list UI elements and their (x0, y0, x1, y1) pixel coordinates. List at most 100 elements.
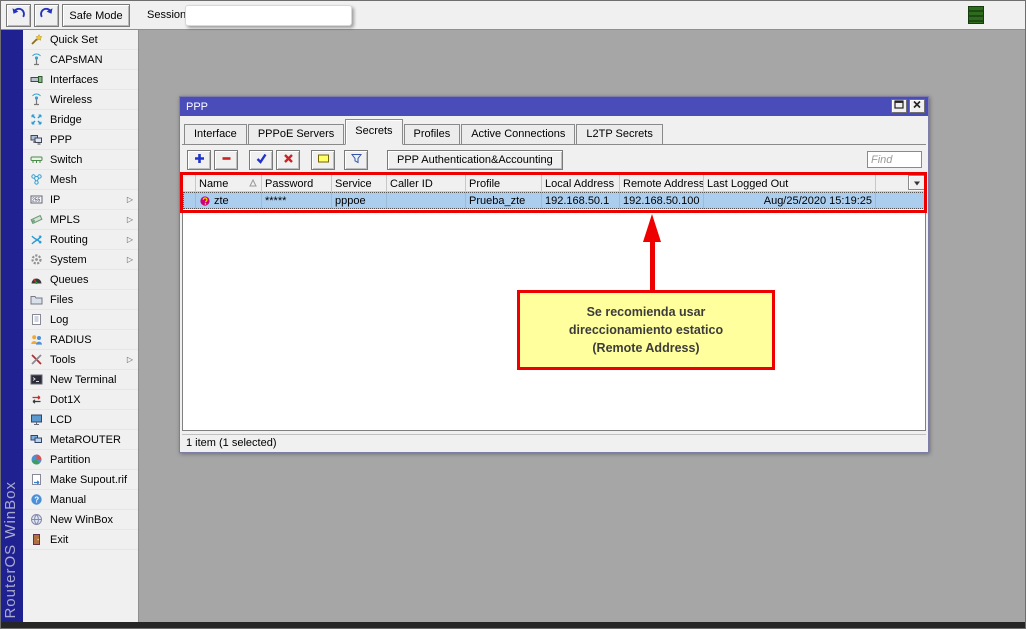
switch-icon (30, 153, 44, 166)
sidebar-item-manual[interactable]: ?Manual (23, 490, 138, 510)
disable-button[interactable] (276, 150, 300, 170)
sidebar-item-interfaces[interactable]: Interfaces (23, 70, 138, 90)
filter-icon (350, 152, 363, 168)
col-header-label: Profile (469, 178, 500, 190)
tab-profiles[interactable]: Profiles (404, 124, 461, 144)
sidebar-item-quick-set[interactable]: Quick Set (23, 30, 138, 50)
col-header-label: Caller ID (390, 178, 433, 190)
tab-pppoe-servers[interactable]: PPPoE Servers (248, 124, 344, 144)
sidebar-item-label: Queues (50, 274, 89, 286)
sidebar-item-exit[interactable]: Exit (23, 530, 138, 550)
sidebar-item-label: Tools (50, 354, 76, 366)
sidebar-item-label: PPP (50, 134, 72, 146)
ppp-icon (30, 133, 44, 146)
svg-text:?: ? (34, 495, 39, 504)
col-header-profile[interactable]: Profile (466, 175, 542, 191)
sidebar-item-lcd[interactable]: LCD (23, 410, 138, 430)
sidebar-item-queues[interactable]: Queues (23, 270, 138, 290)
callout-line-2: direccionamiento estatico (569, 321, 723, 339)
sidebar-item-tools[interactable]: Tools▷ (23, 350, 138, 370)
remove-icon (220, 152, 233, 168)
col-header-remote-address[interactable]: Remote Address (620, 175, 704, 191)
find-input[interactable] (867, 151, 922, 168)
sidebar-item-radius[interactable]: RADIUS (23, 330, 138, 350)
sidebar-item-routing[interactable]: Routing▷ (23, 230, 138, 250)
col-header-label: Last Logged Out (707, 178, 788, 190)
col-header-name[interactable]: Name (196, 175, 262, 191)
cell-profile: Prueba_zte (466, 192, 542, 209)
cell-value: Prueba_zte (469, 195, 525, 207)
sidebar-item-mesh[interactable]: Mesh (23, 170, 138, 190)
tab-l2tp-secrets[interactable]: L2TP Secrets (576, 124, 662, 144)
undo-button[interactable] (6, 4, 31, 27)
manual-icon: ? (30, 493, 44, 506)
close-button[interactable] (909, 99, 925, 113)
sidebar-item-label: Dot1X (50, 394, 81, 406)
comment-button[interactable] (311, 150, 335, 170)
sidebar-item-metarouter[interactable]: MetaROUTER (23, 430, 138, 450)
col-header-local-address[interactable]: Local Address (542, 175, 620, 191)
redo-button[interactable] (34, 4, 59, 27)
cell-value: ***** (265, 195, 286, 207)
sidebar-item-bridge[interactable]: Bridge (23, 110, 138, 130)
row-icon-cell (183, 192, 196, 209)
safe-mode-label: Safe Mode (69, 10, 122, 22)
system-icon (30, 253, 44, 266)
window-titlebar[interactable]: PPP (180, 97, 928, 116)
sidebar-item-ppp[interactable]: PPP (23, 130, 138, 150)
window-toolbar: PPP Authentication&Accounting (182, 145, 926, 174)
supout-icon (30, 473, 44, 486)
table-header-row: NamePasswordServiceCaller ID Profile Local… (183, 175, 925, 192)
cell-value: 192.168.50.100 (623, 195, 699, 207)
cell-value: pppoe (335, 195, 366, 207)
remove-button[interactable] (214, 150, 238, 170)
sidebar-item-files[interactable]: Files (23, 290, 138, 310)
top-toolbar: Safe Mode Session: (1, 1, 1025, 30)
quick-set-icon (30, 33, 44, 46)
sidebar-item-switch[interactable]: Switch (23, 150, 138, 170)
tab-interface[interactable]: Interface (184, 124, 247, 144)
enable-button[interactable] (249, 150, 273, 170)
sidebar-item-capsman[interactable]: CAPsMAN (23, 50, 138, 70)
sidebar-item-mpls[interactable]: MPLS▷ (23, 210, 138, 230)
undo-icon (11, 7, 26, 25)
maximize-button[interactable] (891, 99, 907, 113)
sidebar-item-new-winbox[interactable]: New WinBox (23, 510, 138, 530)
filter-button[interactable] (344, 150, 368, 170)
sidebar-item-label: IP (50, 194, 60, 206)
col-header-password[interactable]: Password (262, 175, 332, 191)
sidebar-item-dot1x[interactable]: Dot1X (23, 390, 138, 410)
session-input[interactable] (185, 5, 352, 26)
tab-active-connections[interactable]: Active Connections (461, 124, 575, 144)
sidebar-item-label: Mesh (50, 174, 77, 186)
cell-remote-address: 192.168.50.100 (620, 192, 704, 209)
sidebar-item-ip[interactable]: 255IP▷ (23, 190, 138, 210)
sidebar-item-label: LCD (50, 414, 72, 426)
safe-mode-button[interactable]: Safe Mode (62, 4, 130, 27)
sidebar-item-new-terminal[interactable]: New Terminal (23, 370, 138, 390)
queues-icon (30, 273, 44, 286)
sidebar-item-partition[interactable]: Partition (23, 450, 138, 470)
sidebar-item-wireless[interactable]: Wireless (23, 90, 138, 110)
annotation-arrow-icon (643, 214, 661, 242)
table-row[interactable]: zte*****pppoePrueba_zte192.168.50.1192.1… (183, 192, 925, 209)
sidebar-item-label: Files (50, 294, 73, 306)
exit-icon (30, 533, 44, 546)
col-header-label: Remote Address (623, 178, 704, 190)
col-header-last-logged-out[interactable]: Last Logged Out (704, 175, 876, 191)
radius-icon (30, 333, 44, 346)
brand-text: RouterOS WinBox (2, 481, 19, 619)
col-header-caller-id[interactable]: Caller ID (387, 175, 466, 191)
sidebar-item-make-supout-rif[interactable]: Make Supout.rif (23, 470, 138, 490)
ppp-authentication-button[interactable]: PPP Authentication&Accounting (387, 150, 563, 170)
files-icon (30, 293, 44, 306)
column-dropdown-button[interactable] (908, 175, 925, 190)
col-header-service[interactable]: Service (332, 175, 387, 191)
sidebar-item-log[interactable]: Log (23, 310, 138, 330)
sidebar-item-system[interactable]: System▷ (23, 250, 138, 270)
submenu-arrow-icon: ▷ (127, 195, 133, 204)
col-header-label: Local Address (545, 178, 614, 190)
add-button[interactable] (187, 150, 211, 170)
tab-secrets[interactable]: Secrets (345, 119, 402, 145)
sidebar-item-label: Interfaces (50, 74, 98, 86)
